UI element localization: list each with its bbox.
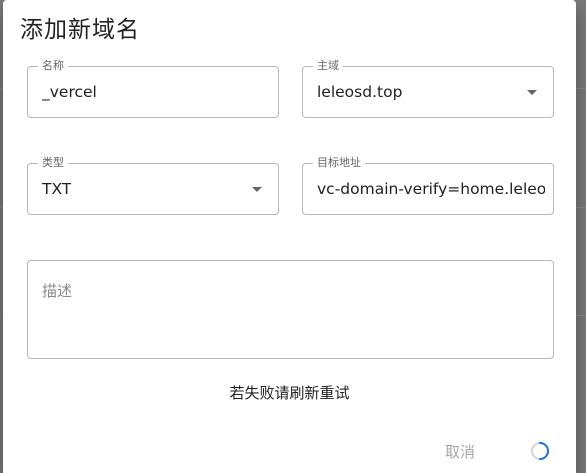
spinner-icon bbox=[531, 442, 549, 460]
type-select-value: TXT bbox=[42, 180, 72, 198]
type-select[interactable]: 类型 TXT bbox=[27, 156, 279, 215]
add-domain-dialog: 添加新域名 名称 _vercel 主域 leleosd.top 类型 TXT 目… bbox=[3, 0, 576, 473]
dialog-title: 添加新域名 bbox=[20, 17, 140, 43]
domain-select-value: leleosd.top bbox=[317, 83, 403, 101]
description-placeholder: 描述 bbox=[42, 282, 73, 300]
chevron-down-icon[interactable] bbox=[252, 187, 262, 192]
target-address-value: vc-domain-verify=home.leleo bbox=[317, 180, 545, 198]
retry-message: 若失败请刷新重试 bbox=[229, 384, 350, 402]
description-textarea[interactable]: 描述 bbox=[27, 260, 554, 359]
domain-select[interactable]: 主域 leleosd.top bbox=[302, 59, 554, 118]
name-field[interactable]: 名称 _vercel bbox=[27, 59, 279, 118]
cancel-button[interactable]: 取消 bbox=[445, 441, 475, 462]
name-field-value: _vercel bbox=[42, 83, 97, 101]
chevron-down-icon[interactable] bbox=[527, 90, 537, 95]
target-address-field[interactable]: 目标地址 vc-domain-verify=home.leleo bbox=[302, 156, 554, 215]
